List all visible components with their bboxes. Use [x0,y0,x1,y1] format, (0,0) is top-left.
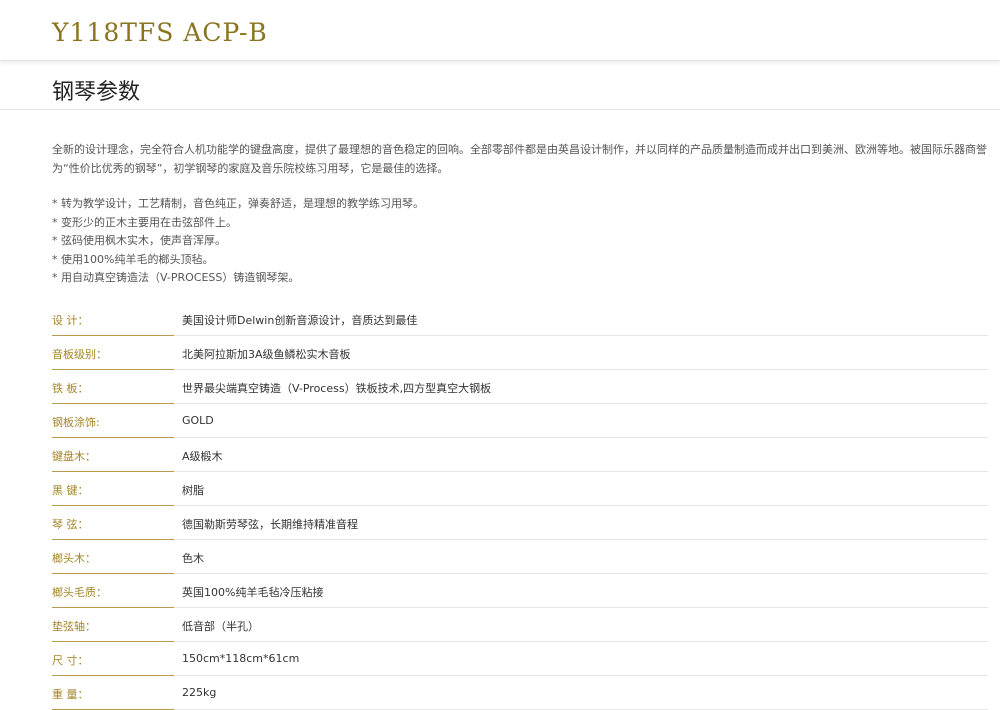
spec-label: 黑 键： [52,484,89,497]
spec-label: 铁 板： [52,382,89,395]
spec-value: 色木 [182,552,204,565]
spec-label: 榔头毛质： [52,586,107,599]
spec-label: 钢板涂饰: [52,416,100,429]
feature-item: 变形少的正木主要用在击弦部件上。 [52,214,424,233]
feature-item: 用自动真空铸造法（V-PROCESS）铸造钢琴架。 [52,269,424,288]
spec-row: 垫弦轴： 低音部（半孔） [52,608,988,642]
feature-item: 使用100%纯羊毛的榔头顶毡。 [52,251,424,270]
spec-label: 琴 弦： [52,518,89,531]
spec-value: A级椴木 [182,450,223,463]
spec-label: 重 量： [52,688,89,701]
spec-label: 键盘木： [52,450,96,463]
section-title: 钢琴参数 [52,80,141,105]
spec-value: 世界最尖端真空铸造（V-Process）铁板技术,四方型真空大钢板 [182,382,492,395]
spec-label: 尺 寸： [52,654,89,667]
spec-row: 键盘木： A级椴木 [52,438,988,472]
feature-item: 弦码使用枫木实木，使声音浑厚。 [52,232,424,251]
intro-paragraph: 全新的设计理念，完全符合人机功能学的键盘高度，提供了最理想的音色稳定的回响。全部… [52,143,987,175]
spec-value: 低音部（半孔） [182,620,259,633]
spec-table: 设 计： 美国设计师Delwin创新音源设计，音质达到最佳 音板级别： 北美阿拉… [52,302,988,710]
spec-value: GOLD [182,414,214,427]
spec-value: 150cm*118cm*61cm [182,652,300,665]
spec-row: 黑 键： 树脂 [52,472,988,506]
spec-label: 设 计： [52,314,89,327]
spec-row: 钢板涂饰: GOLD [52,404,988,438]
spec-label: 垫弦轴： [52,620,96,633]
spec-row: 榔头木： 色木 [52,540,988,574]
spec-value: 树脂 [182,484,204,497]
feature-item: 转为教学设计，工艺精制，音色纯正，弹奏舒适，是理想的教学练习用琴。 [52,195,424,214]
spec-row: 音板级别： 北美阿拉斯加3A级鱼鳞松实木音板 [52,336,988,370]
spec-value: 英国100%纯羊毛毡冷压粘接 [182,586,324,599]
section-header: 钢琴参数 [0,61,1000,110]
spec-row: 榔头毛质： 英国100%纯羊毛毡冷压粘接 [52,574,988,608]
spec-value: 德国勒斯劳琴弦，长期维持精准音程 [182,518,358,531]
spec-row: 琴 弦： 德国勒斯劳琴弦，长期维持精准音程 [52,506,988,540]
spec-value: 美国设计师Delwin创新音源设计，音质达到最佳 [182,314,418,327]
spec-row: 铁 板： 世界最尖端真空铸造（V-Process）铁板技术,四方型真空大钢板 [52,370,988,404]
spec-row: 重 量： 225kg [52,676,988,710]
spec-label: 榔头木： [52,552,96,565]
spec-value: 北美阿拉斯加3A级鱼鳞松实木音板 [182,348,351,361]
spec-value: 225kg [182,686,217,699]
spec-label: 音板级别： [52,348,107,361]
spec-row: 设 计： 美国设计师Delwin创新音源设计，音质达到最佳 [52,302,988,336]
feature-list: 转为教学设计，工艺精制，音色纯正，弹奏舒适，是理想的教学练习用琴。 变形少的正木… [52,195,424,288]
model-name: Y118TFS ACP-B [52,18,268,47]
top-header: Y118TFS ACP-B [0,0,1000,61]
spec-row: 尺 寸： 150cm*118cm*61cm [52,642,988,676]
